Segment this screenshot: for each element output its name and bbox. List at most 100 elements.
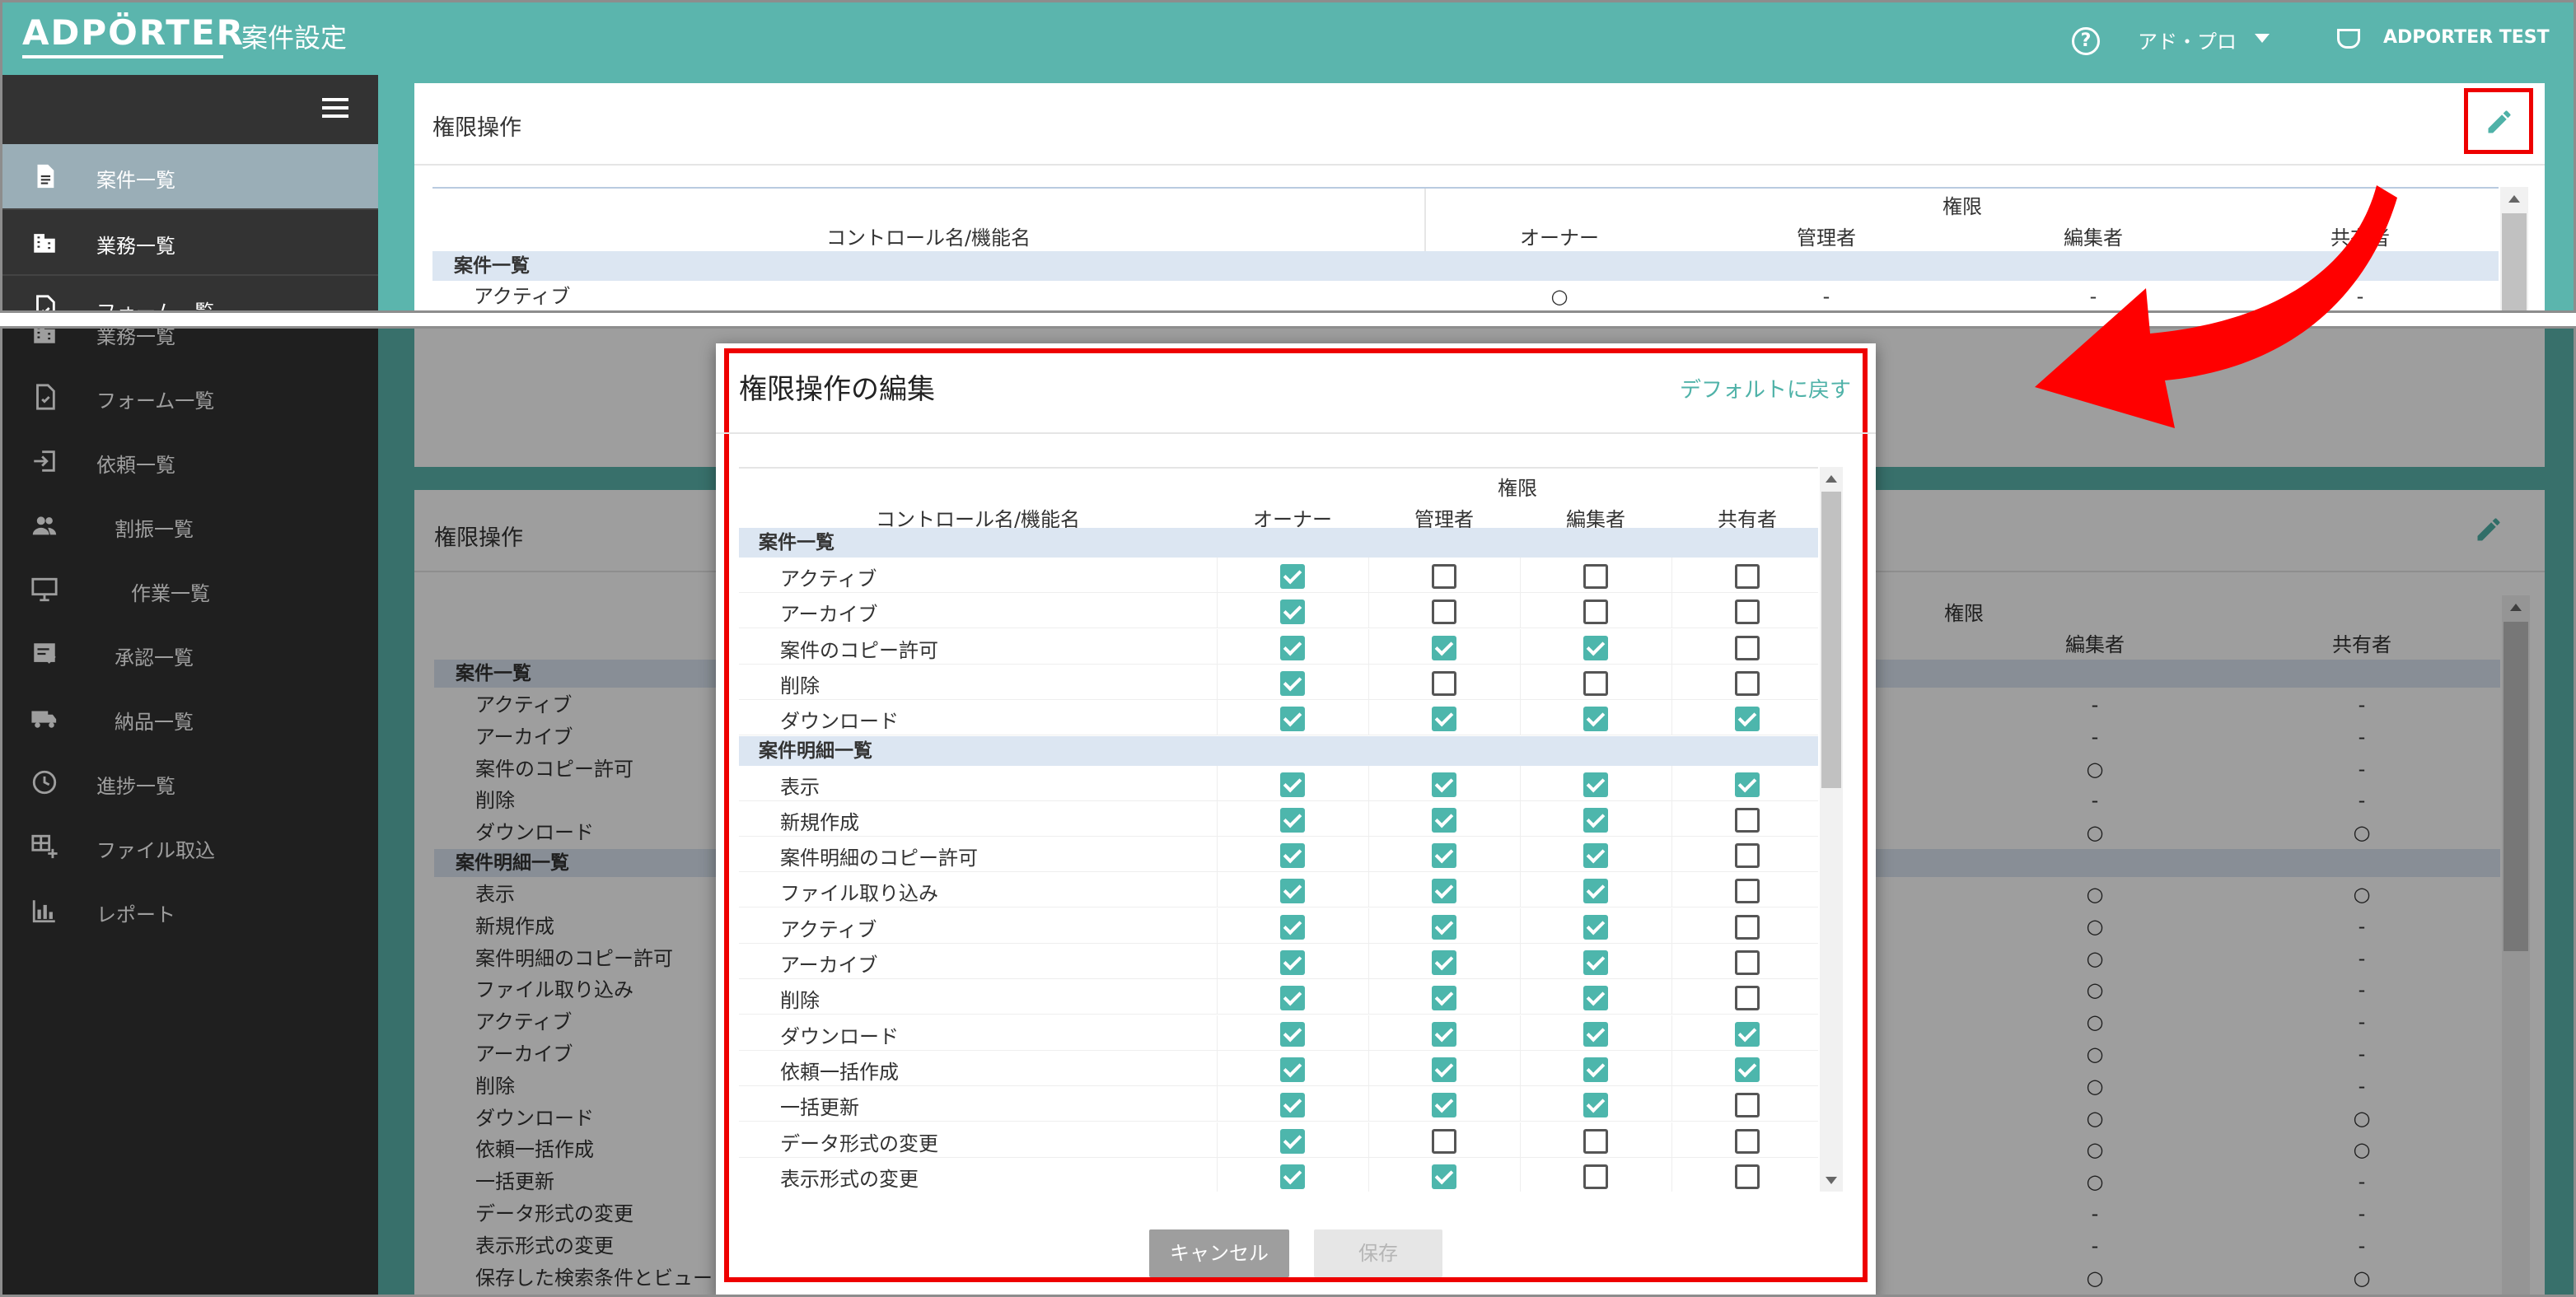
logo-underline xyxy=(22,55,223,58)
permission-checkbox[interactable] xyxy=(1583,600,1608,625)
permission-checkbox[interactable] xyxy=(1280,1093,1305,1118)
permission-checkbox[interactable] xyxy=(1735,843,1760,869)
permission-checkbox[interactable] xyxy=(1735,564,1760,589)
sidebar-item[interactable]: フォーム一覧 xyxy=(2,276,378,310)
permission-checkbox[interactable] xyxy=(1583,564,1608,589)
save-button[interactable]: 保存 xyxy=(1314,1229,1442,1277)
help-icon[interactable]: ? xyxy=(2072,27,2100,55)
permission-checkbox[interactable] xyxy=(1735,1128,1760,1154)
permission-checkbox[interactable] xyxy=(1583,986,1608,1011)
permission-checkbox[interactable] xyxy=(1280,950,1305,975)
permission-checkbox[interactable] xyxy=(1735,772,1760,797)
permission-checkbox[interactable] xyxy=(1280,600,1305,625)
table-row: 案件明細のコピー許可 xyxy=(739,837,1818,873)
permission-checkbox[interactable] xyxy=(1432,1057,1456,1082)
permission-checkbox[interactable] xyxy=(1432,670,1456,696)
permission-checkbox[interactable] xyxy=(1735,807,1760,833)
permission-checkbox[interactable] xyxy=(1432,1164,1456,1189)
chevron-down-icon[interactable] xyxy=(2255,34,2270,43)
permission-checkbox[interactable] xyxy=(1432,707,1456,732)
permission-checkbox[interactable] xyxy=(1583,670,1608,696)
permission-checkbox[interactable] xyxy=(1432,914,1456,940)
table-scrollbar[interactable] xyxy=(2500,187,2528,310)
permission-checkbox[interactable] xyxy=(1280,1164,1305,1189)
permission-checkbox[interactable] xyxy=(1583,914,1608,940)
scrollbar-thumb[interactable] xyxy=(1821,492,1841,788)
permission-checkbox[interactable] xyxy=(1432,807,1456,833)
permission-checkbox[interactable] xyxy=(1583,1164,1608,1189)
permission-checkbox[interactable] xyxy=(1432,950,1456,975)
table-row: 表示形式の変更 xyxy=(739,1157,1818,1192)
permission-checkbox[interactable] xyxy=(1735,950,1760,975)
cell-owner: ○ xyxy=(1550,285,1569,308)
permission-checkbox[interactable] xyxy=(1735,1057,1760,1082)
permission-checkbox[interactable] xyxy=(1280,914,1305,940)
permission-checkbox[interactable] xyxy=(1583,1057,1608,1082)
table-row: アーカイブ xyxy=(739,944,1818,979)
permission-checkbox[interactable] xyxy=(1735,914,1760,940)
permission-checkbox[interactable] xyxy=(1432,1021,1456,1047)
permission-checkbox[interactable] xyxy=(1280,1057,1305,1082)
hamburger-menu-icon[interactable] xyxy=(322,98,348,118)
sidebar-item[interactable]: 案件一覧 xyxy=(2,144,378,208)
permission-checkbox[interactable] xyxy=(1432,843,1456,869)
permission-checkbox[interactable] xyxy=(1735,1164,1760,1189)
permission-checkbox[interactable] xyxy=(1280,986,1305,1011)
permission-checkbox[interactable] xyxy=(1432,986,1456,1011)
permission-checkbox[interactable] xyxy=(1280,843,1305,869)
permission-checkbox[interactable] xyxy=(1735,707,1760,732)
permission-checkbox[interactable] xyxy=(1583,1021,1608,1047)
permission-checkbox[interactable] xyxy=(1735,670,1760,696)
sidebar-item[interactable]: 業務一覧 xyxy=(2,210,378,274)
permission-checkbox[interactable] xyxy=(1583,635,1608,660)
permission-checkbox[interactable] xyxy=(1583,879,1608,904)
column-divider xyxy=(1671,593,1672,629)
permission-checkbox[interactable] xyxy=(1583,1128,1608,1154)
permission-checkbox[interactable] xyxy=(1280,635,1305,660)
permission-checkbox[interactable] xyxy=(1432,635,1456,660)
reset-default-link[interactable]: デフォルトに戻す xyxy=(1680,373,1851,404)
permission-checkbox[interactable] xyxy=(1432,1093,1456,1118)
scroll-up-arrow-icon[interactable] xyxy=(2508,195,2520,203)
account-name[interactable]: ADPORTER TEST xyxy=(2383,27,2550,48)
column-divider xyxy=(1671,872,1672,908)
cancel-button[interactable]: キャンセル xyxy=(1149,1229,1289,1277)
user-menu[interactable]: アド・プロ xyxy=(2138,26,2237,54)
dialog-scrollbar[interactable] xyxy=(1820,467,1843,1192)
permission-checkbox[interactable] xyxy=(1280,564,1305,589)
table-row: データ形式の変更 xyxy=(739,1122,1818,1158)
permission-checkbox[interactable] xyxy=(1583,1093,1608,1118)
permission-checkbox[interactable] xyxy=(1735,879,1760,904)
permission-checkbox[interactable] xyxy=(1583,950,1608,975)
permission-checkbox[interactable] xyxy=(1280,707,1305,732)
pencil-icon[interactable] xyxy=(2485,107,2514,137)
account-icon[interactable] xyxy=(2337,29,2360,49)
permission-checkbox[interactable] xyxy=(1280,772,1305,797)
permission-checkbox[interactable] xyxy=(1583,772,1608,797)
scroll-up-arrow-icon[interactable] xyxy=(1826,475,1837,483)
permission-checkbox[interactable] xyxy=(1432,772,1456,797)
permission-checkbox[interactable] xyxy=(1280,879,1305,904)
permission-checkbox[interactable] xyxy=(1583,843,1608,869)
permission-checkbox[interactable] xyxy=(1432,879,1456,904)
permission-checkbox[interactable] xyxy=(1583,707,1608,732)
scroll-down-arrow-icon[interactable] xyxy=(1826,1177,1837,1184)
permission-checkbox[interactable] xyxy=(1280,807,1305,833)
scrollbar-thumb[interactable] xyxy=(2502,213,2527,310)
permission-checkbox[interactable] xyxy=(1432,1128,1456,1154)
permission-checkbox[interactable] xyxy=(1735,600,1760,625)
permission-checkbox[interactable] xyxy=(1583,807,1608,833)
permission-checkbox[interactable] xyxy=(1735,986,1760,1011)
column-divider xyxy=(1520,872,1521,908)
row-name: 表示 xyxy=(780,775,820,799)
permission-checkbox[interactable] xyxy=(1280,670,1305,696)
permission-checkbox[interactable] xyxy=(1432,600,1456,625)
permission-checkbox[interactable] xyxy=(1735,635,1760,660)
column-divider xyxy=(1671,558,1672,593)
role-header-admin: 管理者 xyxy=(1797,226,1856,250)
permission-checkbox[interactable] xyxy=(1280,1021,1305,1047)
permission-checkbox[interactable] xyxy=(1735,1093,1760,1118)
permission-checkbox[interactable] xyxy=(1432,564,1456,589)
permission-checkbox[interactable] xyxy=(1735,1021,1760,1047)
permission-checkbox[interactable] xyxy=(1280,1128,1305,1154)
